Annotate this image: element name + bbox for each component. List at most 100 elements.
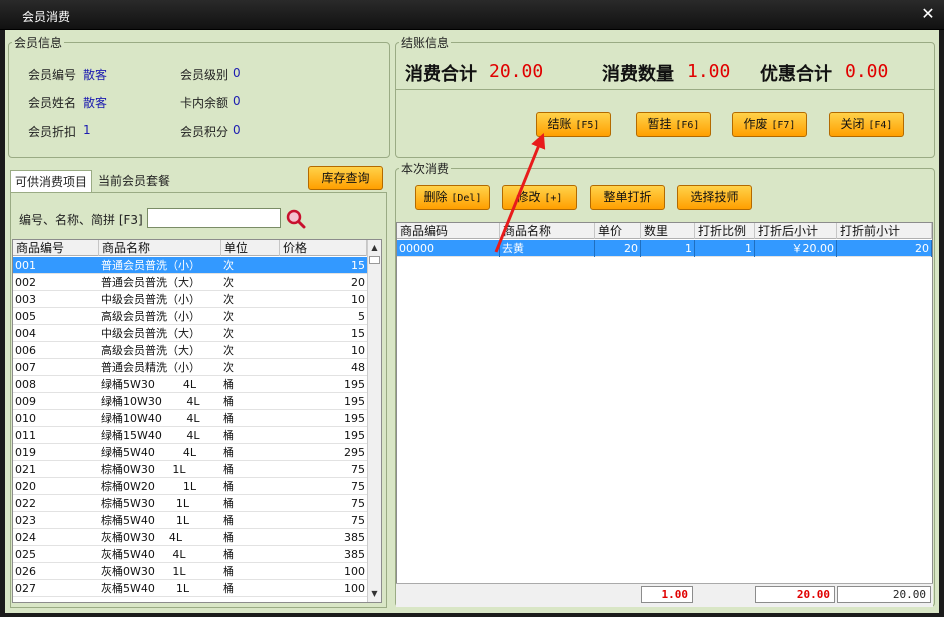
consumption-row[interactable]: 00000 去黄 20 1 1 ￥20.00 20 <box>397 240 932 257</box>
member-info-legend: 会员信息 <box>14 36 63 50</box>
col-price[interactable]: 价格 <box>280 240 367 256</box>
checkout-button[interactable]: 结账 [F5] <box>536 112 611 137</box>
stock-query-button[interactable]: 库存查询 <box>308 166 383 190</box>
table-cell: 027 <box>15 582 36 595</box>
modify-button[interactable]: 修改 [+] <box>502 185 577 210</box>
close-icon[interactable]: ✕ <box>919 5 937 23</box>
close-button-label: 关闭 <box>840 117 865 131</box>
table-cell: 中级会员普洗（小） <box>101 293 200 306</box>
col-product-code[interactable]: 商品编号 <box>13 240 99 256</box>
table-row[interactable]: 003 中级会员普洗（小） 次 10 <box>13 291 367 308</box>
table-row[interactable]: 026 灰桶0W30 1L 桶 100 <box>13 563 367 580</box>
table-cell: 15 <box>351 259 365 272</box>
table-row[interactable]: 023 棕桶5W40 1L 桶 75 <box>13 512 367 529</box>
total-value: 20.00 <box>489 61 544 82</box>
tab-member-packages[interactable]: 当前会员套餐 <box>94 170 174 192</box>
col-subtotal-after[interactable]: 打折后小计 <box>755 223 837 239</box>
quantity-label: 消费数量 <box>602 64 674 85</box>
col-discount-ratio[interactable]: 打折比例 <box>695 223 755 239</box>
table-cell: 15 <box>351 327 365 340</box>
card-balance-label: 卡内余额 <box>180 96 229 110</box>
table-row[interactable]: 007 普通会员精洗（小） 次 48 <box>13 359 367 376</box>
tab-available-items[interactable]: 可供消费项目 <box>10 170 93 192</box>
table-cell: 021 <box>15 463 36 476</box>
member-consumption-window: 会员消费 ✕ 会员信息 会员编号 散客 会员级别 0 会员姓名 散客 卡内余额 … <box>0 0 944 617</box>
table-row[interactable]: 011 绿桶15W40 4L 桶 195 <box>13 427 367 444</box>
search-label: 编号、名称、简拼 [F3] <box>19 213 143 227</box>
table-row[interactable]: 021 棕桶0W30 1L 桶 75 <box>13 461 367 478</box>
table-cell: 001 <box>15 259 36 272</box>
modify-button-key: [+] <box>544 193 563 204</box>
checkout-divider <box>396 89 934 90</box>
card-balance-value: 0 <box>233 94 241 108</box>
col-unit-price[interactable]: 单价 <box>595 223 641 239</box>
modify-button-label: 修改 <box>516 190 541 204</box>
table-row[interactable]: 022 棕桶5W30 1L 桶 75 <box>13 495 367 512</box>
void-button-label: 作废 <box>743 117 768 131</box>
table-row[interactable]: 005 高级会员普洗（小） 次 5 <box>13 308 367 325</box>
scroll-thumb[interactable] <box>369 256 380 264</box>
table-cell: 195 <box>344 429 365 442</box>
search-input[interactable] <box>147 208 281 228</box>
total-quantity: 1.00 <box>641 586 693 603</box>
select-technician-button[interactable]: 选择技师 <box>677 185 752 210</box>
table-cell: 75 <box>351 480 365 493</box>
table-cell: 桶 <box>223 429 234 442</box>
table-row[interactable]: 010 绿桶10W40 4L 桶 195 <box>13 410 367 427</box>
col-item-code[interactable]: 商品编码 <box>397 223 500 239</box>
delete-button[interactable]: 删除 [Del] <box>415 185 490 210</box>
table-cell: 100 <box>344 582 365 595</box>
total-after-discount: 20.00 <box>755 586 835 603</box>
member-points-label: 会员积分 <box>180 125 229 139</box>
checkout-button-label: 结账 <box>547 117 572 131</box>
table-cell: 5 <box>358 310 365 323</box>
close-button[interactable]: 关闭 [F4] <box>829 112 904 137</box>
table-cell: ￥20.00 <box>755 240 837 257</box>
whole-order-discount-button[interactable]: 整单打折 <box>590 185 665 210</box>
table-row[interactable]: 020 棕桶0W20 1L 桶 75 <box>13 478 367 495</box>
search-icon[interactable] <box>286 209 306 229</box>
table-cell: 020 <box>15 480 36 493</box>
table-row[interactable]: 008 绿桶5W30 4L 桶 195 <box>13 376 367 393</box>
member-no-label: 会员编号 <box>28 68 77 82</box>
table-cell: 棕桶0W30 1L <box>101 463 186 476</box>
current-consumption-legend: 本次消费 <box>401 162 450 176</box>
table-cell: 绿桶10W30 4L <box>101 395 200 408</box>
table-row[interactable]: 024 灰桶0W30 4L 桶 385 <box>13 529 367 546</box>
table-row[interactable]: 027 灰桶5W40 1L 桶 100 <box>13 580 367 597</box>
member-points-value: 0 <box>233 123 241 137</box>
table-row[interactable]: 004 中级会员普洗（大） 次 15 <box>13 325 367 342</box>
member-discount-value: 1 <box>83 123 91 137</box>
void-button-key: [F7] <box>771 120 796 131</box>
table-row[interactable]: 006 高级会员普洗（大） 次 10 <box>13 342 367 359</box>
table-cell: 绿桶5W40 4L <box>101 446 196 459</box>
table-cell: 10 <box>351 344 365 357</box>
suspend-button[interactable]: 暂挂 [F6] <box>636 112 711 137</box>
scroll-down-icon[interactable]: ▼ <box>368 588 381 600</box>
table-row[interactable]: 002 普通会员普洗（大） 次 20 <box>13 274 367 291</box>
table-row[interactable]: 025 灰桶5W40 4L 桶 385 <box>13 546 367 563</box>
table-cell: 48 <box>351 361 365 374</box>
col-subtotal-before[interactable]: 打折前小计 <box>837 223 932 239</box>
table-cell: 026 <box>15 565 36 578</box>
table-row[interactable]: 019 绿桶5W40 4L 桶 295 <box>13 444 367 461</box>
col-unit[interactable]: 单位 <box>221 240 280 256</box>
col-item-name[interactable]: 商品名称 <box>500 223 595 239</box>
table-cell: 195 <box>344 395 365 408</box>
table-cell: 桶 <box>223 565 234 578</box>
table-cell: 295 <box>344 446 365 459</box>
table-row[interactable]: 001 普通会员普洗（小） 次 15 <box>13 257 367 274</box>
col-quantity[interactable]: 数里 <box>641 223 695 239</box>
col-product-name[interactable]: 商品名称 <box>99 240 221 256</box>
table-row[interactable]: 009 绿桶10W30 4L 桶 195 <box>13 393 367 410</box>
suspend-button-label: 暂挂 <box>647 117 672 131</box>
table-cell: 灰桶0W30 4L <box>101 531 182 544</box>
table-cell: 009 <box>15 395 36 408</box>
scroll-up-icon[interactable]: ▲ <box>368 242 381 254</box>
table-cell: 10 <box>351 293 365 306</box>
table-cell: 005 <box>15 310 36 323</box>
table-cell: 棕桶5W30 1L <box>101 497 189 510</box>
product-table-scrollbar[interactable]: ▲ ▼ <box>367 240 381 602</box>
table-cell: 灰桶5W40 1L <box>101 582 189 595</box>
void-button[interactable]: 作废 [F7] <box>732 112 807 137</box>
